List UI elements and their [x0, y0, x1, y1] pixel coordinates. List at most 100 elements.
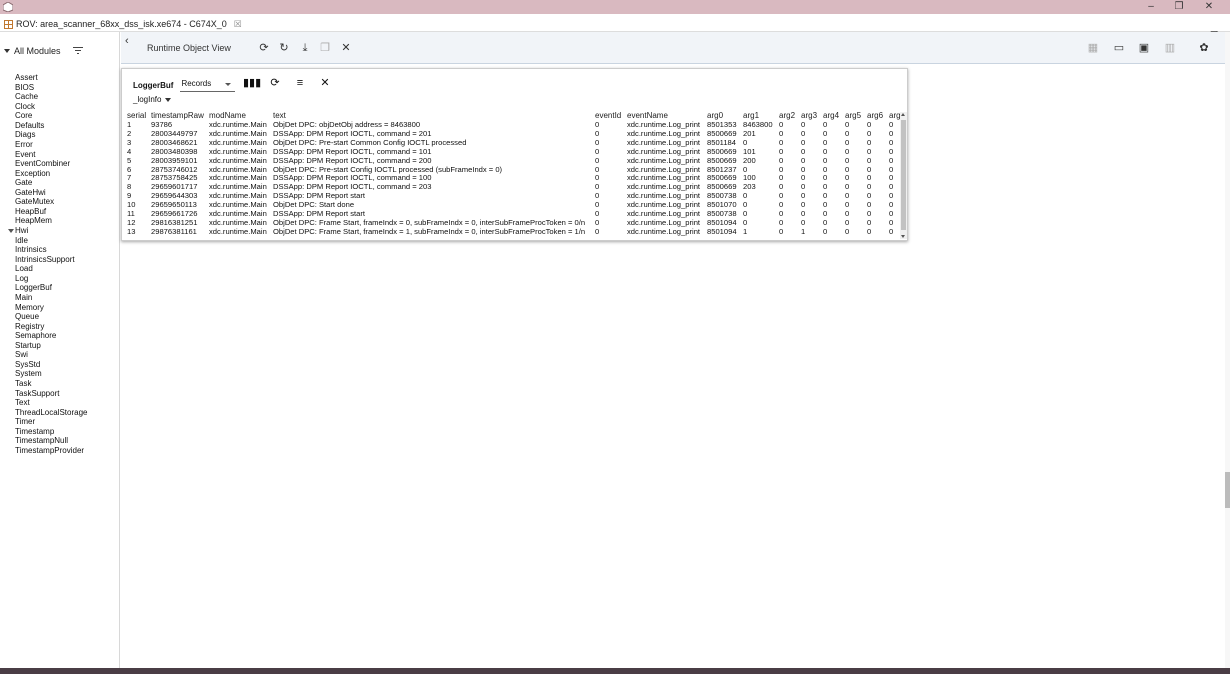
table-row[interactable]: 9 29659644303 xdc.runtime.Main DSSApp: DPM …	[125, 192, 903, 201]
column-header-arg2[interactable]: arg2	[777, 111, 799, 121]
save-icon[interactable]: ▣	[1137, 42, 1151, 54]
close-tab-icon[interactable]: ☒	[234, 16, 242, 32]
sidebar-item-timestampnull[interactable]: TimestampNull	[15, 436, 88, 446]
table-scrollbar[interactable]	[900, 112, 907, 239]
table-row[interactable]: 13 29876381161 xdc.runtime.Main ObjDet DPC:…	[125, 228, 903, 237]
column-header-modname[interactable]: modName	[207, 111, 271, 121]
sidebar-item-core[interactable]: Core	[15, 111, 88, 121]
column-header-arg0[interactable]: arg0	[705, 111, 741, 121]
sidebar-item-gate[interactable]: Gate	[15, 178, 88, 188]
table-row[interactable]: 11 29659661726 xdc.runtime.Main DSSApp: DPM…	[125, 210, 903, 219]
sidebar-item-gatehwi[interactable]: GateHwi	[15, 188, 88, 198]
close-window-button[interactable]: ✕	[1196, 0, 1222, 14]
sidebar-item-assert[interactable]: Assert	[15, 73, 88, 83]
column-header-arg3[interactable]: arg3	[799, 111, 821, 121]
table-row[interactable]: 6 28753746012 xdc.runtime.Main ObjDet DPC: …	[125, 166, 903, 175]
sidebar-item-startup[interactable]: Startup	[15, 341, 88, 351]
sidebar-item-timestamp[interactable]: Timestamp	[15, 427, 88, 437]
tab-rov[interactable]: ROV: area_scanner_68xx_dss_isk.xe674 - C…	[4, 16, 242, 32]
sidebar-item-event[interactable]: Event	[15, 150, 88, 160]
table-cell-eventid: 0	[595, 138, 600, 147]
settings-gear-icon[interactable]: ✿	[1197, 42, 1211, 54]
table-row[interactable]: 2 28003449797 xdc.runtime.Main DSSApp: DPM …	[125, 130, 903, 139]
table-cell-arg6: 0	[867, 210, 872, 219]
sidebar-item-exception[interactable]: Exception	[15, 169, 88, 179]
sidebar-item-swi[interactable]: Swi	[15, 350, 88, 360]
column-header-eventid[interactable]: eventId	[593, 111, 625, 121]
table-row[interactable]: 12 29816381251 xdc.runtime.Main ObjDet DPC:…	[125, 219, 903, 228]
close-panel-icon[interactable]: ✕	[318, 76, 332, 90]
column-header-arg1[interactable]: arg1	[741, 111, 777, 121]
scroll-down-icon[interactable]	[901, 235, 905, 238]
sidebar-item-semaphore[interactable]: Semaphore	[15, 331, 88, 341]
table-row[interactable]: 3 28003468621 xdc.runtime.Main ObjDet DPC: …	[125, 139, 903, 148]
sidebar-item-text[interactable]: Text	[15, 398, 88, 408]
view-select[interactable]: Records	[180, 78, 236, 92]
instance-select[interactable]: _logInfo	[133, 95, 172, 104]
sidebar-item-loggerbuf[interactable]: LoggerBuf	[15, 283, 88, 293]
table-row[interactable]: 4 28003480398 xdc.runtime.Main DSSApp: DPM …	[125, 148, 903, 157]
sidebar-item-queue[interactable]: Queue	[15, 312, 88, 322]
sidebar-item-system[interactable]: System	[15, 369, 88, 379]
sidebar-item-clock[interactable]: Clock	[15, 102, 88, 112]
refresh-panel-icon[interactable]: ⟳	[268, 76, 282, 90]
column-header-arg5[interactable]: arg5	[843, 111, 865, 121]
filter-icon[interactable]	[72, 47, 83, 55]
scroll-thumb[interactable]	[901, 120, 906, 230]
sidebar-item-log[interactable]: Log	[15, 274, 88, 284]
sidebar-item-threadlocalstorage[interactable]: ThreadLocalStorage	[15, 408, 88, 418]
sidebar-item-hwi[interactable]: Hwi	[8, 226, 88, 236]
column-header-serial[interactable]: serial	[125, 111, 149, 121]
sidebar-item-task[interactable]: Task	[15, 379, 88, 389]
table-cell-arg0: 8500738	[707, 192, 737, 201]
close-view-icon[interactable]: ✕	[340, 42, 352, 54]
clone-view-icon[interactable]: ❐	[319, 42, 331, 54]
sidebar-item-load[interactable]: Load	[15, 264, 88, 274]
sidebar-item-registry[interactable]: Registry	[15, 322, 88, 332]
restore-window-button[interactable]: ❐	[1166, 0, 1192, 14]
download-icon[interactable]: ⤓	[299, 42, 311, 54]
minimize-window-button[interactable]: –	[1138, 0, 1164, 14]
sidebar-item-gatemutex[interactable]: GateMutex	[15, 197, 88, 207]
column-header-text[interactable]: text	[271, 111, 593, 121]
sidebar-item-diags[interactable]: Diags	[15, 130, 88, 140]
sidebar-item-defaults[interactable]: Defaults	[15, 121, 88, 131]
table-cell-arg2: 0	[779, 138, 784, 147]
all-modules-header[interactable]: All Modules	[4, 44, 83, 58]
table-row[interactable]: 7 28753758425 xdc.runtime.Main DSSApp: DPM …	[125, 174, 903, 183]
table-row[interactable]: 8 29659601717 xdc.runtime.Main DSSApp: DPM …	[125, 183, 903, 192]
sidebar-item-sysstd[interactable]: SysStd	[15, 360, 88, 370]
page-scrollbar[interactable]	[1225, 32, 1230, 668]
column-header-arg4[interactable]: arg4	[821, 111, 843, 121]
columns-icon[interactable]: ▮▮▮	[243, 76, 261, 90]
scroll-up-icon[interactable]	[901, 113, 905, 116]
back-icon[interactable]: ‹	[125, 35, 129, 47]
column-header-eventname[interactable]: eventName	[625, 111, 705, 121]
table-row[interactable]: 10 29659650113 xdc.runtime.Main ObjDet DPC:…	[125, 201, 903, 210]
sidebar-item-timer[interactable]: Timer	[15, 417, 88, 427]
sidebar-item-cache[interactable]: Cache	[15, 92, 88, 102]
sidebar-item-main[interactable]: Main	[15, 293, 88, 303]
refresh-icon[interactable]: ⟳	[258, 42, 270, 54]
sidebar-item-timestampprovider[interactable]: TimestampProvider	[15, 446, 88, 456]
sidebar-item-idle[interactable]: Idle	[15, 236, 88, 246]
sidebar-item-error[interactable]: Error	[15, 140, 88, 150]
column-header-timestampraw[interactable]: timestampRaw	[149, 111, 207, 121]
menu-icon[interactable]: ≡	[293, 76, 307, 90]
sidebar-item-eventcombiner[interactable]: EventCombiner	[15, 159, 88, 169]
sidebar-item-memory[interactable]: Memory	[15, 303, 88, 313]
layout-icon[interactable]: ▦	[1086, 42, 1100, 54]
continuous-refresh-icon[interactable]: ↻	[278, 42, 290, 54]
table-row[interactable]: 5 28003959101 xdc.runtime.Main DSSApp: DPM …	[125, 157, 903, 166]
sidebar-item-bios[interactable]: BIOS	[15, 83, 88, 93]
sidebar-item-tasksupport[interactable]: TaskSupport	[15, 389, 88, 399]
delete-icon[interactable]: ▥	[1163, 42, 1177, 54]
table-row[interactable]: 1 93786 xdc.runtime.Main ObjDet DPC: objDet…	[125, 121, 903, 130]
sidebar-item-heapmem[interactable]: HeapMem	[15, 216, 88, 226]
sidebar-item-intrinsicssupport[interactable]: IntrinsicsSupport	[15, 255, 88, 265]
open-folder-icon[interactable]: ▭	[1112, 42, 1126, 54]
sidebar-item-intrinsics[interactable]: Intrinsics	[15, 245, 88, 255]
column-header-arg6[interactable]: arg6	[865, 111, 887, 121]
sidebar-item-heapbuf[interactable]: HeapBuf	[15, 207, 88, 217]
page-scroll-thumb[interactable]	[1225, 472, 1230, 508]
